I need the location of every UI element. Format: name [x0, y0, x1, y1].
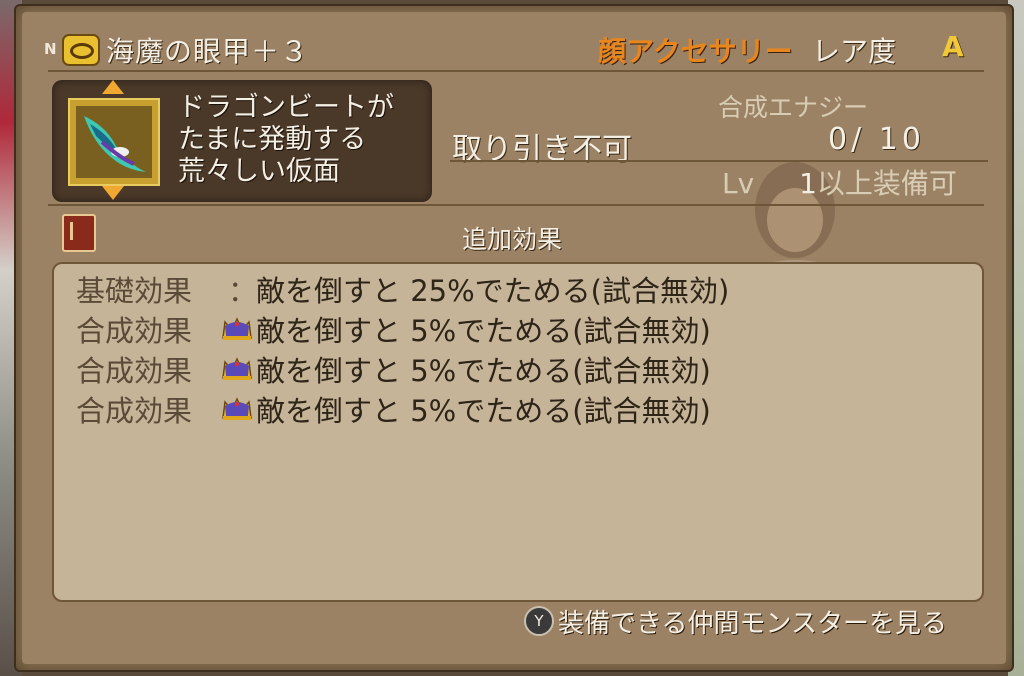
synthesis-energy-value: 0/ 10: [828, 122, 925, 157]
item-icon-frame: [68, 98, 160, 186]
effect-label: 合成効果: [76, 394, 193, 428]
effect-text: 敵を倒すと 5%でためる(試合無効): [256, 354, 711, 388]
rank-tag: N: [44, 40, 57, 58]
description-line: 荒々しい仮面: [178, 156, 340, 187]
effect-label: 基礎効果: [76, 274, 193, 308]
next-item-arrow[interactable]: [102, 186, 124, 200]
rarity-label: レア度: [812, 35, 897, 68]
effect-label: 合成効果: [76, 354, 193, 388]
effect-text: 敵を倒すと 25%でためる(試合無効): [256, 274, 730, 308]
rarity-value: A: [942, 30, 964, 63]
level-value: 1: [799, 167, 817, 200]
effect-label: 合成効果: [76, 314, 193, 348]
description-line: たまに発動する: [178, 124, 367, 155]
view-equippable-monsters-button[interactable]: 装備できる仲間モンスターを見る: [558, 603, 947, 640]
previous-item-arrow[interactable]: [102, 80, 124, 94]
crown-icon: [222, 397, 252, 420]
level-prefix: Lv: [722, 167, 755, 200]
item-type-icon: [62, 34, 100, 66]
synthesis-energy-label: 合成エナジー: [718, 93, 869, 122]
item-category: 顔アクセサリー: [598, 35, 793, 68]
effects-header: 追加効果: [462, 225, 563, 254]
item-description: ドラゴンビートが たまに発動する 荒々しい仮面: [178, 92, 394, 188]
book-icon[interactable]: [62, 214, 96, 252]
level-requirement: Lv 1以上装備可: [722, 162, 957, 202]
divider: [48, 70, 984, 72]
effect-text: 敵を倒すと 5%でためる(試合無効): [256, 394, 711, 428]
item-name: 海魔の眼甲＋３: [106, 35, 310, 68]
effect-separator: ：: [228, 274, 258, 308]
y-button-icon[interactable]: Y: [524, 606, 554, 636]
level-suffix: 以上装備可: [816, 167, 957, 200]
divider: [48, 204, 984, 206]
crown-icon: [222, 317, 252, 340]
description-line: ドラゴンビートが: [178, 92, 394, 123]
effect-text: 敵を倒すと 5%でためる(試合無効): [256, 314, 711, 348]
mask-icon: [76, 106, 152, 178]
crown-icon: [222, 357, 252, 380]
